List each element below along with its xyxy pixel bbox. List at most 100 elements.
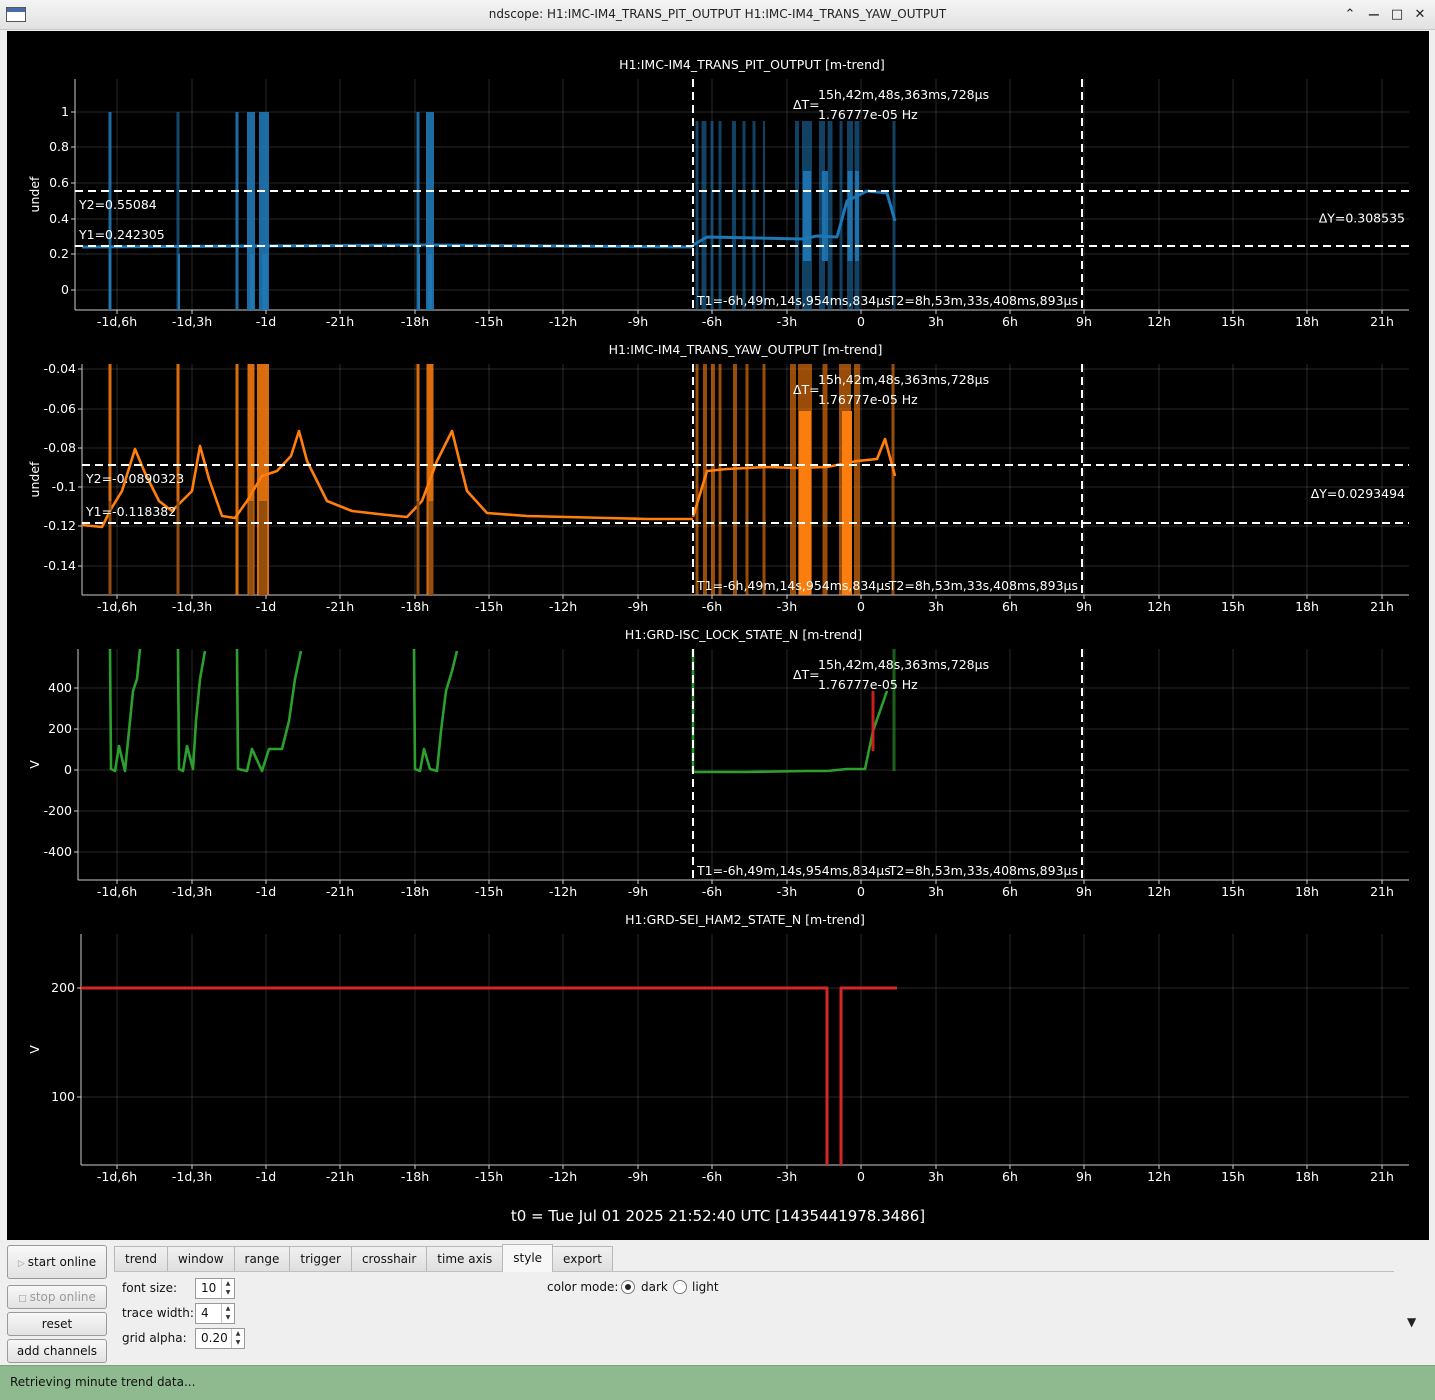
x-tick-label: 9h [1076,1169,1092,1184]
trace-spike [703,364,707,595]
x-tick-label: 18h [1295,314,1319,329]
font-size-spinbox[interactable]: 10 ▲ ▼ [195,1278,235,1299]
y2-label: Y2=0.55084 [78,197,157,212]
y-tick-label: -200 [44,803,72,818]
x-tick-label: 15h [1221,1169,1245,1184]
minimize-button[interactable]: ⌃ [1341,6,1359,24]
tab-export[interactable]: export [552,1246,613,1272]
delta-y-label: ΔY=0.0293494 [1311,486,1405,501]
x-tick-label: -6h [702,884,722,899]
delta-y-label: ΔY=0.308535 [1319,211,1405,226]
y-tick-label: 0.8 [49,139,69,154]
x-tick-label: -21h [326,884,354,899]
start-online-button[interactable]: ▷ start online [7,1245,107,1279]
x-tick-label: 15h [1221,884,1245,899]
trace-spike [752,121,756,310]
spin-arrows-icon[interactable]: ▲ ▼ [231,1329,244,1348]
x-tick-label: -15h [475,599,503,614]
x-tick-label: -9h [628,1169,648,1184]
color-mode-label: color mode: [547,1280,619,1294]
trace-width-value: 4 [201,1306,209,1320]
y-tick-label: 0 [61,282,69,297]
delta-t-label: ΔT= [793,97,820,112]
reset-button[interactable]: reset [7,1312,107,1336]
trace-spike [827,121,833,310]
tab-crosshair[interactable]: crosshair [350,1246,428,1272]
trace-spike [235,112,239,310]
scope-plots[interactable]: H1:IMC-IM4_TRANS_PIT_OUTPUT [m-trend] -1d… [7,31,1429,1240]
x-tick-label: -1d [256,599,276,614]
tab-window[interactable]: window [166,1246,235,1272]
x-tick-label: 12h [1147,884,1171,899]
delta-t-hz: 1.76777e-05 Hz [818,392,918,407]
isc-red-marker [871,691,875,751]
x-tick-label: -12h [549,599,577,614]
x-tick-label: -18h [401,314,429,329]
delta-t-label: ΔT= [793,667,820,682]
pit-trace-2 [692,189,897,247]
close-button[interactable]: ✕ [1411,6,1429,24]
x-tick-label: 3h [928,599,944,614]
trace-spike [842,411,852,595]
x-tick-label: -1d,6h [97,884,137,899]
x-tick-label: 9h [1076,314,1092,329]
trace-spike [732,121,736,310]
grid-alpha-value: 0.20 [201,1331,228,1345]
trace-spike [718,364,722,595]
x-tick-label: 3h [928,314,944,329]
t2-label: T2=8h,53m,33s,408ms,893µs [888,293,1078,308]
x-tick-label: 0 [857,314,865,329]
ham2-trace-1 [81,986,829,1165]
x-tick-label: -1d,3h [172,1169,212,1184]
tab-trend[interactable]: trend [114,1246,168,1272]
grid-alpha-spinbox[interactable]: 0.20 ▲ ▼ [195,1328,245,1349]
trace-spike [695,121,699,310]
x-tick-label: 6h [1002,599,1018,614]
x-tick-label: -9h [628,314,648,329]
trace-spike [822,171,828,261]
y-tick-label: 1 [61,104,69,119]
x-tick-label: 21h [1370,314,1394,329]
font-size-label: font size: [122,1281,178,1295]
trace-spike [762,364,766,595]
x-tick-label: 18h [1295,1169,1319,1184]
x-tick-label: -6h [702,314,722,329]
plot-title: H1:GRD-SEI_HAM2_STATE_N [m-trend] [625,912,865,927]
tab-style[interactable]: style [502,1244,554,1272]
plot-area[interactable]: H1:IMC-IM4_TRANS_PIT_OUTPUT [m-trend] -1d… [7,31,1429,1240]
dark-radio[interactable] [621,1280,635,1294]
stop-online-button[interactable]: □ stop online [7,1285,107,1309]
x-tick-label: -15h [475,884,503,899]
spin-arrows-icon[interactable]: ▲ ▼ [221,1279,234,1298]
delta-t-label: ΔT= [793,382,820,397]
y-tick-label: 200 [51,980,75,995]
x-tick-label: -6h [702,1169,722,1184]
plot-panel-3 [74,649,1409,884]
y-tick-label: -0.06 [44,401,76,416]
t2-label: T2=8h,53m,33s,408ms,893µs [888,578,1078,593]
tab-trigger[interactable]: trigger [289,1246,352,1272]
add-channels-button[interactable]: add channels [7,1339,107,1363]
x-tick-label: -9h [628,884,648,899]
tab-time-axis[interactable]: time axis [426,1246,504,1272]
plot-title: H1:IMC-IM4_TRANS_PIT_OUTPUT [m-trend] [619,57,885,72]
x-tick-label: 6h [1002,1169,1018,1184]
spin-arrows-icon[interactable]: ▲ ▼ [221,1304,234,1323]
maximize-button[interactable]: □ [1388,6,1406,24]
trace-width-spinbox[interactable]: 4 ▲ ▼ [195,1303,235,1324]
x-tick-label: 3h [928,1169,944,1184]
y-axis-label: undef [27,176,42,212]
x-tick-label: -21h [326,314,354,329]
y1-label: Y1=-0.118382 [85,504,176,519]
x-tick-label: 18h [1295,599,1319,614]
tab-range[interactable]: range [233,1246,291,1272]
collapse-icon[interactable]: ▼ [1407,1315,1416,1329]
trace-spike [176,501,180,595]
light-radio[interactable] [673,1280,687,1294]
start-online-label: start online [27,1255,97,1269]
x-tick-label: 15h [1221,599,1245,614]
trace-spike [839,121,843,310]
x-tick-label: 6h [1002,884,1018,899]
minimize-icon[interactable]: − [1365,6,1383,24]
delta-t-value: 15h,42m,48s,363ms,728µs [818,657,989,672]
